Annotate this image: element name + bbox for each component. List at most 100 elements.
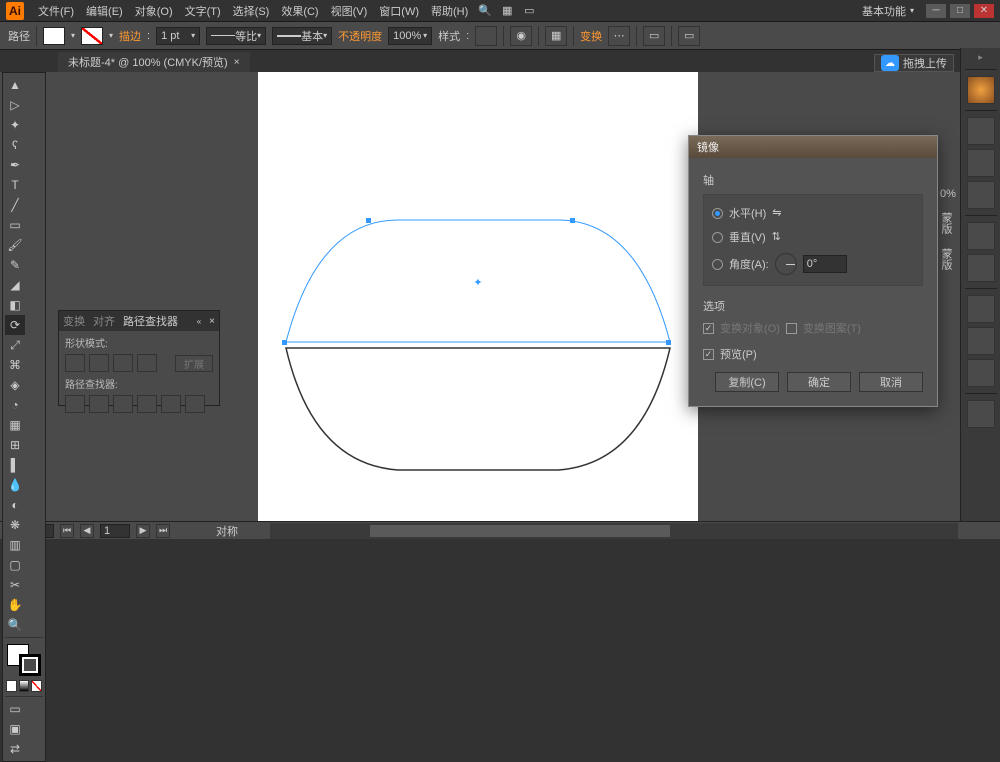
prev-artboard-icon[interactable]: ◀ [80,524,94,538]
close-button[interactable]: ✕ [974,4,994,18]
maximize-button[interactable]: □ [950,4,970,18]
horizontal-scrollbar[interactable] [270,523,958,539]
pen-tool[interactable]: ✒ [5,155,25,175]
blend-tool[interactable]: ◐ [5,495,25,515]
anchor-point[interactable] [282,340,287,345]
anchor-point[interactable] [366,218,371,223]
graph-tool[interactable]: ▥ [5,535,25,555]
workspace-switcher[interactable]: 基本功能 ▾ [856,3,920,19]
menu-select[interactable]: 选择(S) [227,3,276,19]
copy-button[interactable]: 复制(C) [715,372,779,392]
cancel-button[interactable]: 取消 [859,372,923,392]
blob-brush-tool[interactable]: ◢ [5,275,25,295]
angle-dial[interactable] [775,253,797,275]
isolate-icon[interactable]: ▭ [643,26,665,46]
dock-transparency-icon[interactable] [967,295,995,323]
anchor-point[interactable] [570,218,575,223]
magic-wand-tool[interactable]: ✦ [5,115,25,135]
transform-options-icon[interactable]: ⋯ [608,26,630,46]
artboard[interactable]: ✦ [258,72,698,527]
zoom-tool[interactable]: 🔍 [5,615,25,635]
anchor-point[interactable] [666,340,671,345]
doc-setup-icon[interactable]: ▭ [678,26,700,46]
radio-angle[interactable] [712,259,723,270]
free-transform-tool[interactable]: ◈ [5,375,25,395]
rectangle-tool[interactable]: ▭ [5,215,25,235]
outline-icon[interactable] [161,395,181,413]
brush-profile[interactable]: 基本▾ [272,27,332,45]
recolor-icon[interactable]: ◉ [510,26,532,46]
menu-file[interactable]: 文件(F) [32,3,80,19]
dock-graphic-styles-icon[interactable] [967,359,995,387]
dialog-title[interactable]: 镜像 [689,136,937,158]
menu-effect[interactable]: 效果(C) [275,3,324,19]
dock-gradient-icon[interactable] [967,254,995,282]
dock-symbols-icon[interactable] [967,181,995,209]
menu-window[interactable]: 窗口(W) [373,3,425,19]
opacity-label[interactable]: 不透明度 [338,28,382,44]
fill-stroke-selector[interactable] [5,644,43,680]
pathfinder-panel[interactable]: 变换 对齐 路径查找器 « × 形状模式: 扩展 路径查找器: [58,310,220,406]
stroke-weight-input[interactable]: 1 pt▾ [156,27,200,45]
style-swatch[interactable] [475,26,497,46]
artboard-number[interactable]: 1 [100,524,130,538]
gradient-icon[interactable] [19,680,30,692]
gradient-tool[interactable]: ▌ [5,455,25,475]
panel-close-icon[interactable]: × [209,316,215,327]
dock-appearance-icon[interactable] [967,327,995,355]
tab-transform[interactable]: 变换 [63,313,85,329]
upload-widget[interactable]: ☁ 拖拽上传 [874,54,954,72]
paintbrush-tool[interactable]: 🖌 [5,235,25,255]
type-tool[interactable]: T [5,175,25,195]
minus-back-icon[interactable] [185,395,205,413]
stroke-label[interactable]: 描边 [119,28,141,44]
crop-icon[interactable] [137,395,157,413]
close-tab-icon[interactable]: × [234,57,240,68]
tab-align[interactable]: 对齐 [93,313,115,329]
stroke-swatch[interactable] [81,27,103,45]
selection-tool[interactable]: ▲ [5,75,25,95]
divide-icon[interactable] [65,395,85,413]
dock-swatches-icon[interactable] [967,117,995,145]
search-icon[interactable]: 🔍 [474,1,496,21]
expand-button[interactable]: 扩展 [175,355,213,372]
menu-object[interactable]: 对象(O) [129,3,179,19]
scale-tool[interactable]: ⤢ [5,335,25,355]
last-artboard-icon[interactable]: ⏭ [156,524,170,538]
menu-edit[interactable]: 编辑(E) [80,3,129,19]
grid-icon[interactable]: ▦ [496,1,518,21]
menu-help[interactable]: 帮助(H) [425,3,474,19]
dock-stroke-icon[interactable] [967,222,995,250]
eraser-tool[interactable]: ◧ [5,295,25,315]
stroke-dropdown-icon[interactable]: ▾ [109,31,113,40]
intersect-icon[interactable] [113,354,133,372]
menu-type[interactable]: 文字(T) [179,3,227,19]
tab-pathfinder[interactable]: 路径查找器 [123,313,178,329]
artboard-tool[interactable]: ▢ [5,555,25,575]
scrollbar-thumb[interactable] [370,525,670,537]
minimize-button[interactable]: ─ [926,4,946,18]
fill-dropdown-icon[interactable]: ▾ [71,31,75,40]
ok-button[interactable]: 确定 [787,372,851,392]
perspective-tool[interactable]: ▦ [5,415,25,435]
trim-icon[interactable] [89,395,109,413]
merge-icon[interactable] [113,395,133,413]
docked-panel-edge[interactable]: 0% 蒙版 蒙版 [938,188,958,278]
panel-collapse-icon[interactable]: « [197,317,201,326]
dock-collapse-icon[interactable]: ▸ [978,52,983,63]
fill-swatch[interactable] [43,27,65,45]
dock-layers-icon[interactable] [967,400,995,428]
style-label[interactable]: 样式 [438,28,460,44]
shape-builder-tool[interactable]: ◔ [5,395,25,415]
eyedropper-tool[interactable]: 💧 [5,475,25,495]
next-artboard-icon[interactable]: ▶ [136,524,150,538]
view-switch-icon[interactable]: ⇄ [5,739,25,759]
opacity-input[interactable]: 100%▾ [388,27,432,45]
screen-mode-full[interactable]: ▣ [5,719,25,739]
stroke-color-icon[interactable] [19,654,41,676]
transform-label[interactable]: 变换 [580,28,602,44]
mesh-tool[interactable]: ⊞ [5,435,25,455]
line-tool[interactable]: ╱ [5,195,25,215]
radio-horizontal[interactable] [712,208,723,219]
no-fill-icon[interactable] [31,680,42,692]
